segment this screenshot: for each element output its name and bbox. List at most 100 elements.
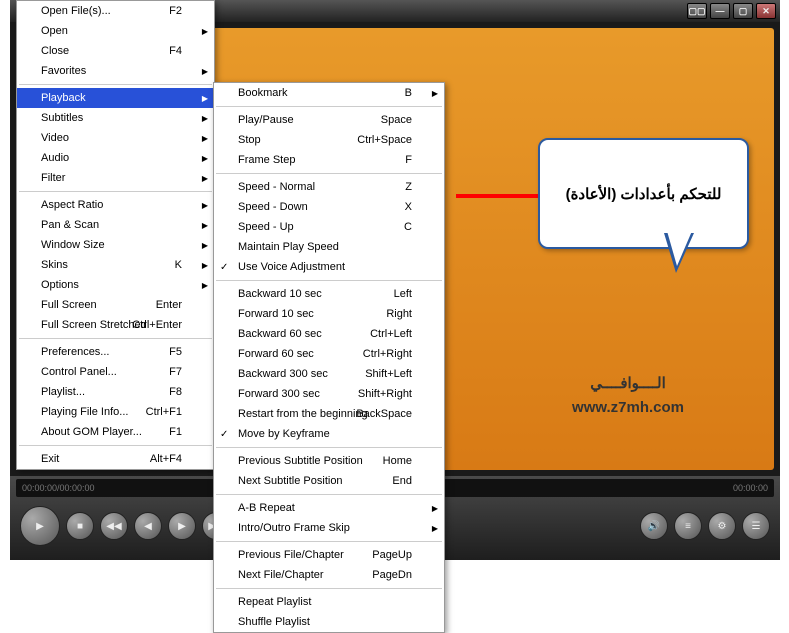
submenu-arrow-icon: ▶ [202, 94, 208, 103]
check-icon: ✓ [220, 429, 228, 440]
playlist-button[interactable]: ☰ [742, 512, 770, 540]
playback-menu-item[interactable]: A-B Repeat▶ [214, 498, 444, 518]
playback-menu-item[interactable]: Backward 300 secShift+Left [214, 364, 444, 384]
menu-item-shortcut: Ctrl+Left [370, 328, 412, 340]
main-menu-item[interactable]: Full ScreenEnter [17, 295, 214, 315]
main-menu-item[interactable]: ExitAlt+F4 [17, 449, 214, 469]
menu-separator [216, 447, 442, 448]
main-menu-item[interactable]: Full Screen StretchedCtrl+Enter [17, 315, 214, 335]
playback-menu-item[interactable]: StopCtrl+Space [214, 130, 444, 150]
mute-button[interactable]: 🔊 [640, 512, 668, 540]
maximize-button[interactable]: ▢ [733, 3, 753, 19]
menu-item-label: Previous File/Chapter [238, 549, 344, 561]
menu-separator [216, 280, 442, 281]
context-menu-main: Open File(s)...F2Open▶CloseF4Favorites▶P… [16, 0, 215, 470]
prev-button[interactable]: ◀◀ [100, 512, 128, 540]
playback-menu-item[interactable]: Speed - DownX [214, 197, 444, 217]
playback-menu-item[interactable]: Previous File/ChapterPageUp [214, 545, 444, 565]
playback-menu-item[interactable]: Forward 300 secShift+Right [214, 384, 444, 404]
main-menu-item[interactable]: Playlist...F8 [17, 382, 214, 402]
main-menu-item[interactable]: Favorites ▶ [17, 61, 214, 81]
stop-button[interactable]: ■ [66, 512, 94, 540]
close-button[interactable]: ✕ [756, 3, 776, 19]
main-menu-item[interactable]: Skins K ▶ [17, 255, 214, 275]
menu-item-shortcut: Left [394, 288, 412, 300]
menu-item-shortcut: B [405, 87, 412, 99]
menu-item-label: Forward 10 sec [238, 308, 314, 320]
play-button[interactable]: ▶ [20, 506, 60, 546]
submenu-arrow-icon: ▶ [432, 89, 438, 98]
menu-item-label: Previous Subtitle Position [238, 455, 363, 467]
menu-item-label: Playing File Info... [41, 406, 128, 418]
playback-menu-item[interactable]: Speed - Normal Z [214, 177, 444, 197]
main-menu-item[interactable]: Options▶ [17, 275, 214, 295]
main-menu-item[interactable]: Aspect Ratio▶ [17, 195, 214, 215]
minimize-button[interactable]: — [710, 3, 730, 19]
menu-item-shortcut: Enter [156, 299, 182, 311]
menu-item-shortcut: Z [405, 181, 412, 193]
main-menu-item[interactable]: Open▶ [17, 21, 214, 41]
playback-menu-item[interactable]: Next Subtitle PositionEnd [214, 471, 444, 491]
playback-menu-item[interactable]: Play/PauseSpace [214, 110, 444, 130]
playback-menu-item[interactable]: Frame Step F [214, 150, 444, 170]
menu-item-label: Shuffle Playlist [238, 616, 310, 628]
main-menu-item[interactable]: Pan & Scan▶ [17, 215, 214, 235]
playback-menu-item[interactable]: Repeat Playlist [214, 592, 444, 612]
main-menu-item[interactable]: Window Size▶ [17, 235, 214, 255]
main-menu-item[interactable]: CloseF4 [17, 41, 214, 61]
submenu-arrow-icon: ▶ [202, 261, 208, 270]
annotation-bubble: للتحكم بأعدادات (الأعادة) [538, 138, 749, 249]
main-menu-item[interactable]: Audio▶ [17, 148, 214, 168]
menu-item-shortcut: K [175, 259, 182, 271]
main-menu-item[interactable]: Subtitles▶ [17, 108, 214, 128]
playback-menu-item[interactable]: Maintain Play Speed [214, 237, 444, 257]
playback-menu-item[interactable]: Speed - UpC [214, 217, 444, 237]
menu-item-shortcut: Alt+F4 [150, 453, 182, 465]
menu-item-label: Speed - Normal [238, 181, 315, 193]
submenu-arrow-icon: ▶ [202, 67, 208, 76]
signature-name: الــــوافــــي [572, 372, 684, 396]
main-menu-item[interactable]: Video▶ [17, 128, 214, 148]
menu-item-shortcut: Home [383, 455, 412, 467]
main-menu-item[interactable]: Control Panel...F7 [17, 362, 214, 382]
menu-item-shortcut: Ctrl+Space [357, 134, 412, 146]
menu-item-shortcut: F [405, 154, 412, 166]
playback-menu-item[interactable]: Forward 60 secCtrl+Right [214, 344, 444, 364]
playback-menu-item[interactable]: ✓Move by Keyframe [214, 424, 444, 444]
playback-menu-item[interactable]: Next File/ChapterPageDn [214, 565, 444, 585]
check-icon: ✓ [220, 262, 228, 273]
main-menu-item[interactable]: Filter▶ [17, 168, 214, 188]
main-menu-item[interactable]: Playing File Info... Ctrl+F1 [17, 402, 214, 422]
menu-item-shortcut: PageDn [372, 569, 412, 581]
playback-menu-item[interactable]: Intro/Outro Frame Skip▶ [214, 518, 444, 538]
menu-item-shortcut: Ctrl+F1 [146, 406, 182, 418]
layout-button[interactable]: ▢▢ [687, 3, 707, 19]
forward-button[interactable]: ▶ [168, 512, 196, 540]
playback-menu-item[interactable]: BookmarkB▶ [214, 83, 444, 103]
playback-menu-item[interactable]: Forward 10 secRight [214, 304, 444, 324]
menu-item-label: Favorites [41, 65, 86, 77]
menu-item-shortcut: Space [381, 114, 412, 126]
main-menu-item[interactable]: About GOM Player...F1 [17, 422, 214, 442]
settings-button[interactable]: ⚙ [708, 512, 736, 540]
menu-separator [216, 494, 442, 495]
playback-menu-item[interactable]: Restart from the beginningBackSpace [214, 404, 444, 424]
playback-menu-item[interactable]: Backward 60 sec Ctrl+Left [214, 324, 444, 344]
main-menu-item[interactable]: Preferences...F5 [17, 342, 214, 362]
playback-menu-item[interactable]: Shuffle Playlist [214, 612, 444, 632]
menu-item-shortcut: F4 [169, 45, 182, 57]
menu-item-shortcut: F5 [169, 346, 182, 358]
menu-item-label: About GOM Player... [41, 426, 142, 438]
menu-item-label: Backward 60 sec [238, 328, 322, 340]
menu-item-label: Playlist... [41, 386, 85, 398]
eq-button[interactable]: ≡ [674, 512, 702, 540]
playback-menu-item[interactable]: Previous Subtitle Position Home [214, 451, 444, 471]
main-menu-item[interactable]: Open File(s)...F2 [17, 1, 214, 21]
rewind-button[interactable]: ◀ [134, 512, 162, 540]
menu-item-label: Frame Step [238, 154, 295, 166]
playback-menu-item[interactable]: ✓Use Voice Adjustment [214, 257, 444, 277]
menu-item-label: Skins [41, 259, 68, 271]
submenu-arrow-icon: ▶ [432, 504, 438, 513]
playback-menu-item[interactable]: Backward 10 secLeft [214, 284, 444, 304]
main-menu-item[interactable]: Playback▶ [17, 88, 214, 108]
